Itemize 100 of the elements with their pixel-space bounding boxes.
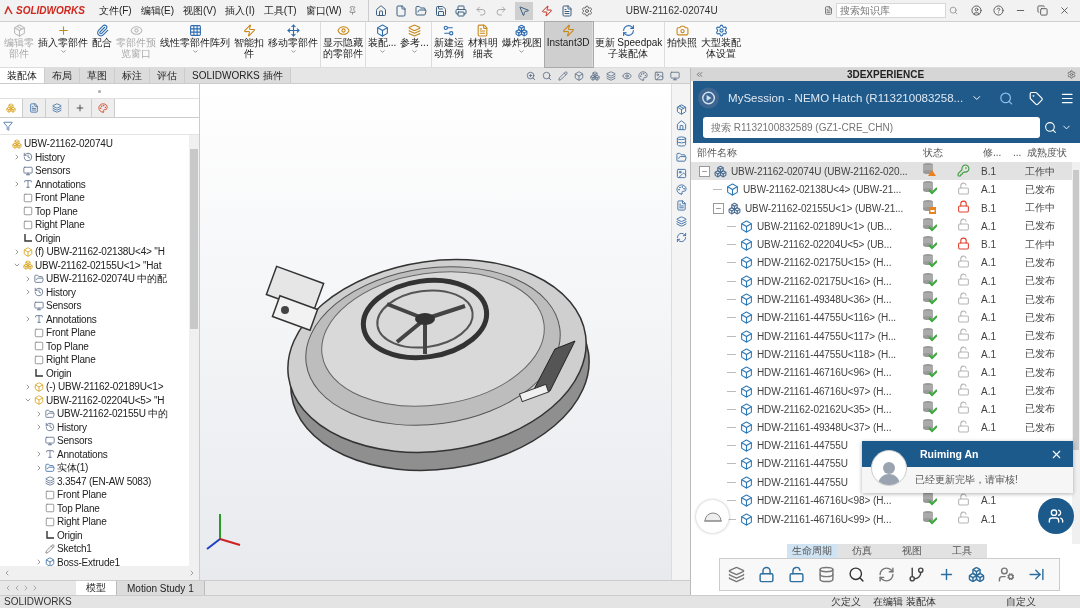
command-tab[interactable]: 装配体: [0, 68, 45, 83]
import-icon[interactable]: [1028, 566, 1045, 583]
part-name[interactable]: HDW-21161-46716U<97> (H...: [757, 385, 892, 397]
tree-item[interactable]: Front Plane: [57, 489, 107, 501]
toolbar-tab[interactable]: 仿真: [837, 544, 887, 558]
cubes-icon[interactable]: [590, 70, 600, 81]
ribbon-button[interactable]: 智能扣 件: [232, 22, 266, 67]
user-icon[interactable]: [971, 5, 982, 16]
part-name[interactable]: HDW-21161-44755U: [757, 440, 848, 452]
undo-icon[interactable]: [474, 4, 487, 17]
ribbon-button[interactable]: Instant3D: [544, 22, 593, 67]
contacts-button[interactable]: [1038, 498, 1074, 534]
column-header[interactable]: ...: [1013, 147, 1027, 158]
ribbon-button[interactable]: 配合: [90, 22, 114, 67]
part-name[interactable]: HDW-21161-46716U<98> (H...: [757, 495, 892, 507]
palette-icon[interactable]: [638, 70, 648, 81]
tree-item[interactable]: UBW-21162-02074U: [24, 138, 113, 150]
part-name[interactable]: HDW-21162-02175U<16> (H...: [757, 275, 892, 287]
command-tab[interactable]: 评估: [150, 68, 185, 83]
tree-item[interactable]: History: [46, 286, 76, 298]
scrollbar[interactable]: [189, 135, 199, 566]
ribbon-button[interactable]: 材料明 细表: [465, 22, 500, 67]
pin-icon[interactable]: [347, 6, 357, 15]
pencil-icon[interactable]: [558, 70, 568, 81]
folder-icon[interactable]: [675, 152, 687, 163]
settings-icon[interactable]: [1067, 70, 1076, 79]
tree-item[interactable]: Front Plane: [35, 192, 85, 204]
database-icon[interactable]: [818, 566, 835, 583]
help-icon[interactable]: [993, 5, 1004, 16]
part-name[interactable]: HDW-21161-49348U<36> (H...: [757, 294, 892, 306]
part-name[interactable]: UBW-21162-02138U<4> (UBW-21...: [743, 184, 902, 196]
tree-item[interactable]: UBW-21162-02155U<1> "Hat: [35, 259, 162, 271]
search-field[interactable]: 搜索 R1132100832589 (GZ1-CRE_CHN): [703, 117, 1040, 138]
save-icon[interactable]: [434, 4, 447, 17]
tree-item[interactable]: Origin: [46, 367, 72, 379]
refresh-icon[interactable]: [675, 232, 687, 243]
command-tab[interactable]: 草图: [80, 68, 115, 83]
ribbon-button[interactable]: 更新 Speedpak 子装配体: [592, 22, 666, 67]
ribbon-button[interactable]: 移动零部件: [266, 22, 321, 67]
command-tab[interactable]: SOLIDWORKS 插件: [185, 68, 291, 83]
column-header[interactable]: 状态: [923, 145, 959, 160]
part-name[interactable]: HDW-21161-44755U: [757, 458, 848, 470]
document-icon[interactable]: [560, 4, 573, 17]
document-icon[interactable]: [675, 200, 687, 211]
tree-item[interactable]: Top Plane: [57, 502, 100, 514]
tree-item[interactable]: Origin: [57, 529, 83, 541]
refresh-icon[interactable]: [878, 566, 895, 583]
menu-item[interactable]: 视图(V): [180, 3, 220, 18]
helmet-button[interactable]: [696, 500, 729, 533]
search-field[interactable]: 搜索知识库: [836, 3, 946, 18]
tree-item[interactable]: (f) UBW-21162-02138U<4> "H: [35, 246, 165, 258]
appearance-tab[interactable]: [92, 99, 115, 117]
sheet-tab[interactable]: Motion Study 1: [117, 581, 205, 595]
select-button[interactable]: [514, 1, 533, 20]
part-name[interactable]: HDW-21161-46716U<96> (H...: [757, 367, 892, 379]
dimension-tab[interactable]: [69, 99, 92, 117]
tree-item[interactable]: UBW-21162-02155U 中的: [57, 406, 168, 421]
toolbar-tab[interactable]: 工具: [937, 544, 987, 558]
ribbon-button[interactable]: 大型装配 体设置: [699, 22, 744, 67]
print-icon[interactable]: [454, 4, 467, 17]
tree-item[interactable]: Sensors: [46, 300, 82, 312]
tag-icon[interactable]: [1029, 90, 1044, 106]
ribbon-button[interactable]: 拍快照: [665, 22, 700, 67]
tree-item[interactable]: 实体(1): [57, 460, 89, 475]
filter-icon[interactable]: [3, 121, 13, 131]
branch-icon[interactable]: [908, 566, 925, 583]
ribbon-button[interactable]: 参考...: [398, 22, 432, 67]
tree-item[interactable]: History: [57, 421, 87, 433]
part-name[interactable]: HDW-21162-02162U<35> (H...: [757, 403, 892, 415]
database-icon[interactable]: [675, 136, 687, 147]
eye-icon[interactable]: [622, 70, 632, 81]
column-header[interactable]: 成熟度状: [1027, 145, 1080, 160]
tree-item[interactable]: Sketch1: [57, 543, 92, 555]
tree-item[interactable]: Sensors: [35, 165, 71, 177]
part-name[interactable]: HDW-21161-46716U<99> (H...: [757, 513, 892, 525]
tree-item[interactable]: UBW-21162-02074U 中的配: [46, 271, 167, 286]
tree-item[interactable]: UBW-21162-02204U<5> "H: [46, 394, 165, 406]
toolbar-tab[interactable]: 视图: [887, 544, 937, 558]
menu-item[interactable]: 文件(F): [95, 3, 135, 18]
tree-item[interactable]: Boss-Extrude1: [57, 556, 120, 566]
tree-item[interactable]: Origin: [35, 232, 61, 244]
column-header[interactable]: 部件名称: [697, 145, 923, 160]
grip-dot-icon[interactable]: [98, 89, 101, 93]
tree-item[interactable]: Annotations: [57, 448, 108, 460]
part-name[interactable]: HDW-21161-44755U<116> (H...: [757, 312, 897, 324]
tree-item[interactable]: (-) UBW-21162-02189U<1>: [46, 381, 164, 393]
folder-icon[interactable]: [414, 4, 427, 17]
home-icon[interactable]: [374, 4, 387, 17]
property-tab[interactable]: [23, 99, 46, 117]
cubes-icon[interactable]: [968, 566, 985, 583]
layers-icon[interactable]: [728, 566, 745, 583]
tree-item[interactable]: History: [35, 151, 65, 163]
scrollbar[interactable]: [1072, 162, 1080, 544]
layers-icon[interactable]: [606, 70, 616, 81]
collapse-icon[interactable]: [695, 70, 704, 79]
part-name[interactable]: UBW-21162-02204U<5> (UB...: [757, 239, 892, 251]
ribbon-button[interactable]: 线性零部件阵列: [158, 22, 232, 67]
column-header[interactable]: 修...: [983, 145, 1013, 160]
part-name[interactable]: HDW-21161-49348U<37> (H...: [757, 422, 892, 434]
home-icon[interactable]: [675, 120, 687, 131]
